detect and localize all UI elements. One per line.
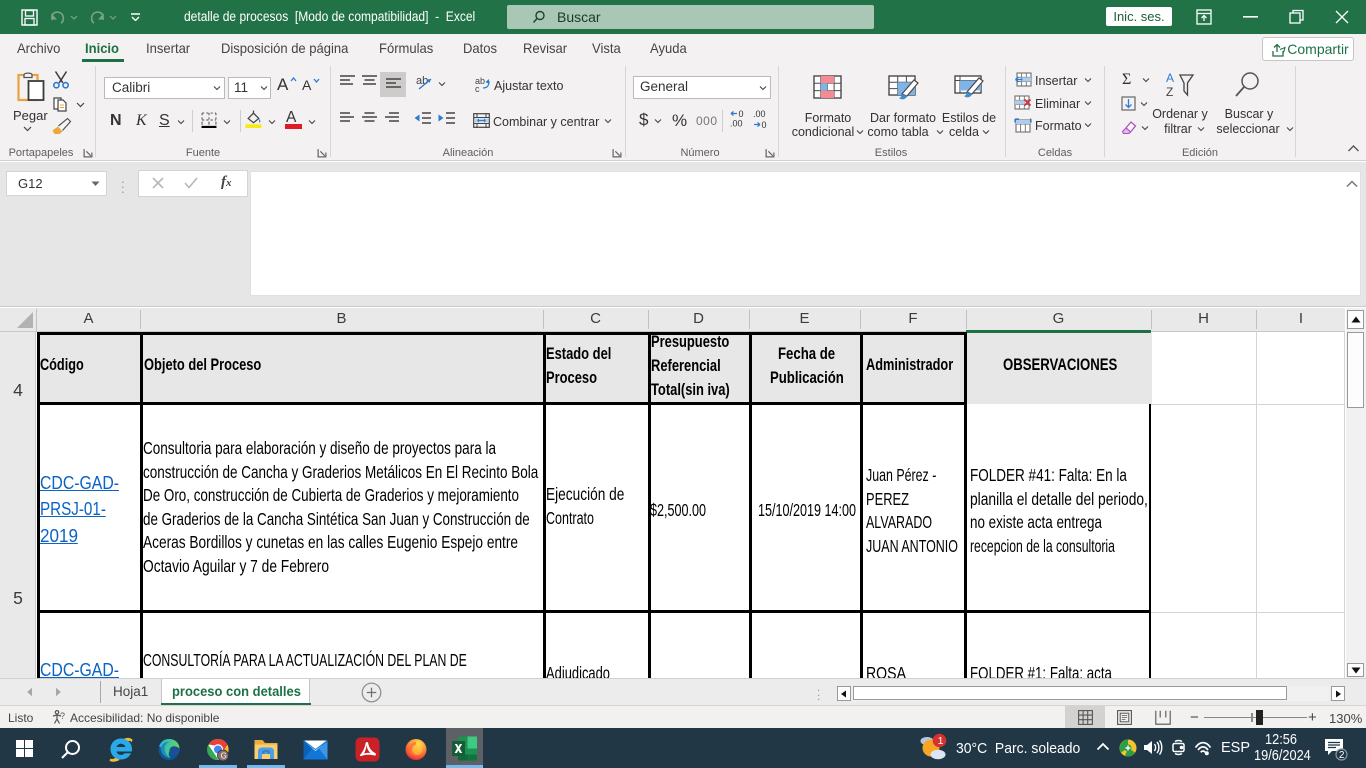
svg-text:G: G xyxy=(221,752,227,761)
svg-text:ab: ab xyxy=(416,75,428,87)
svg-text:A: A xyxy=(1166,71,1174,85)
svg-text:c: c xyxy=(475,84,480,92)
svg-text:0: 0 xyxy=(762,120,767,128)
svg-text:.00: .00 xyxy=(730,119,743,129)
svg-text:Z: Z xyxy=(1166,85,1173,99)
svg-text:?: ? xyxy=(60,711,65,721)
svg-text:.00: .00 xyxy=(753,110,766,119)
svg-text:1: 1 xyxy=(938,735,944,747)
svg-text:2: 2 xyxy=(1339,750,1345,761)
